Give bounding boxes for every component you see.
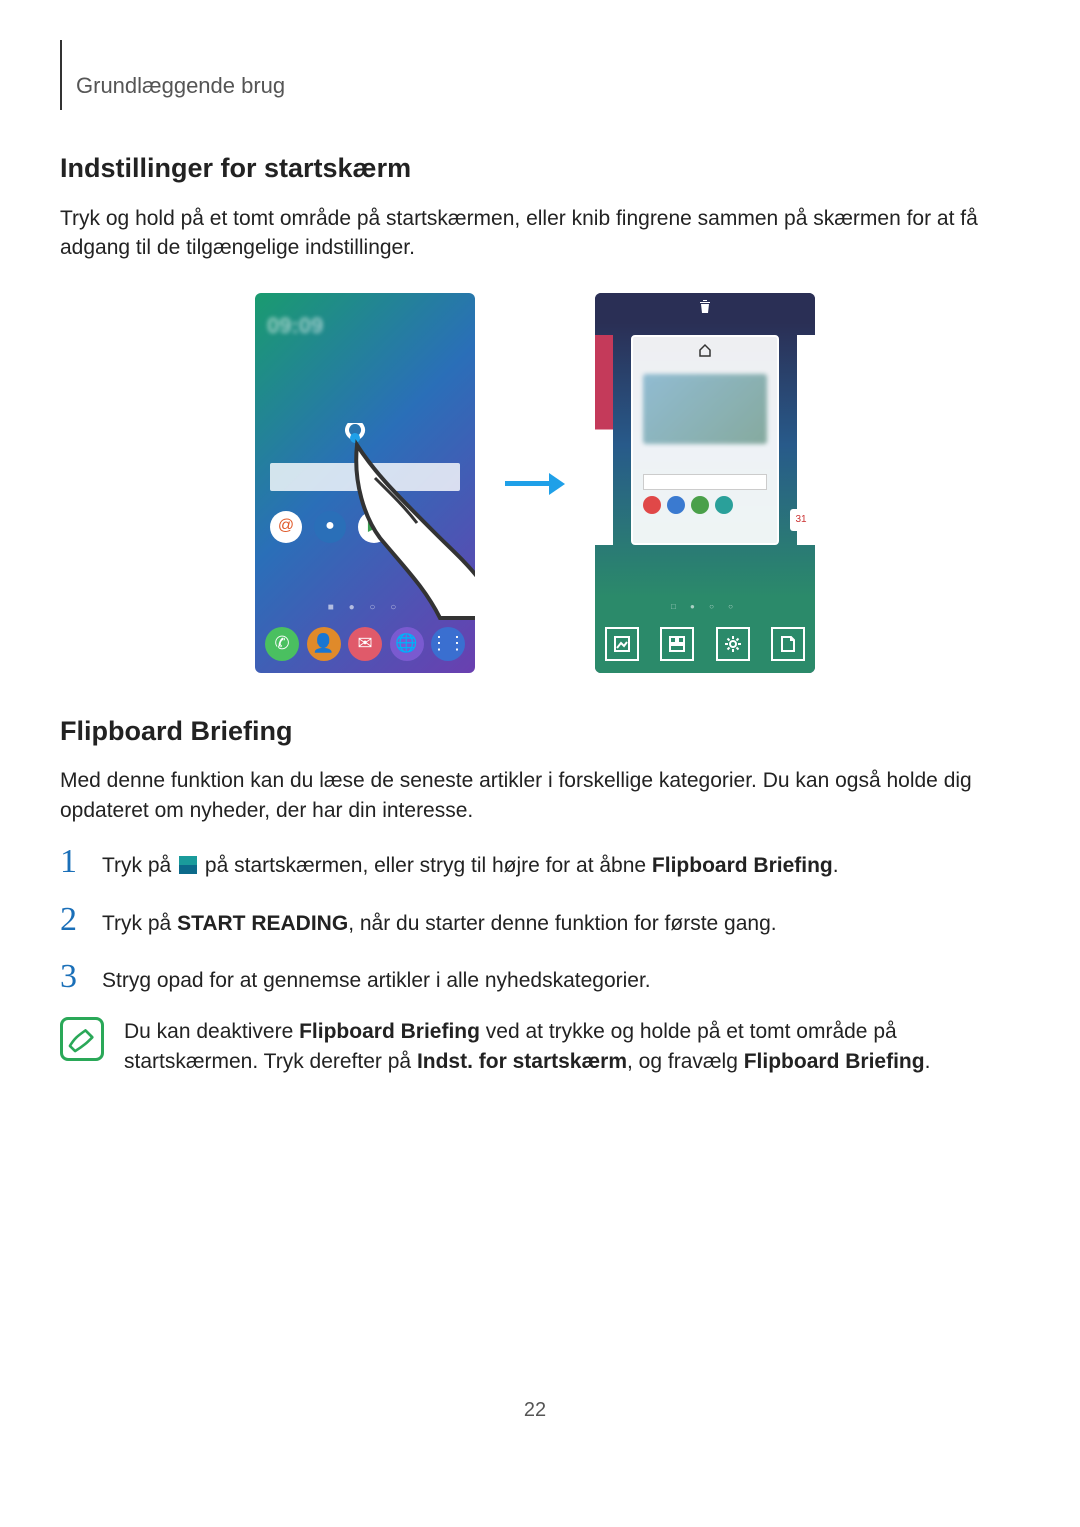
heading-flipboard: Flipboard Briefing <box>60 713 1010 751</box>
step-number: 2 <box>60 903 84 937</box>
phone-screenshot-right: 31 □ ● ○ ○ <box>595 293 815 673</box>
trash-icon <box>595 299 815 322</box>
page-indicator: □ ● ○ ○ <box>595 601 815 612</box>
page-header-rule: Grundlæggende brug <box>60 40 1010 110</box>
step-text: Tryk på START READING, når du starter de… <box>102 903 777 938</box>
contacts-icon: 👤 <box>307 627 341 661</box>
browser-icon: 🌐 <box>390 627 424 661</box>
flipboard-tile-icon <box>179 856 197 874</box>
step-3: 3 Stryg opad for at gennemse artikler i … <box>60 960 1010 995</box>
step-number: 1 <box>60 845 84 879</box>
apps-icon: ⋮⋮ <box>431 627 465 661</box>
body-home-settings: Tryk og hold på et tomt område på starts… <box>60 204 1010 263</box>
widgets-icon <box>660 627 694 661</box>
home-icon <box>633 337 777 369</box>
note-icon <box>60 1017 104 1061</box>
arrow-right-icon <box>505 476 565 490</box>
note-text: Du kan deaktivere Flipboard Briefing ved… <box>124 1017 1010 1076</box>
heading-home-settings: Indstillinger for startskærm <box>60 150 1010 188</box>
body-flipboard: Med denne funktion kan du læse de senest… <box>60 766 1010 825</box>
breadcrumb: Grundlæggende brug <box>76 71 285 102</box>
page-edit-icon <box>771 627 805 661</box>
step-text: Stryg opad for at gennemse artikler i al… <box>102 960 651 995</box>
step-number: 3 <box>60 960 84 994</box>
phone-screenshot-left: 09:09 @ ● ▶ ■ ● ○ ○ ✆ 👤 ✉ 🌐 ⋮⋮ <box>255 293 475 673</box>
steps-list: 1 Tryk på på startskærmen, eller stryg t… <box>60 845 1010 995</box>
clock-label: 09:09 <box>267 311 323 342</box>
step-2: 2 Tryk på START READING, når du starter … <box>60 903 1010 938</box>
phone-icon: ✆ <box>265 627 299 661</box>
mail-icon: ✉ <box>348 627 382 661</box>
edit-toolbar <box>605 627 805 661</box>
step-text: Tryk på på startskærmen, eller stryg til… <box>102 845 839 880</box>
globe-icon: ● <box>314 511 346 543</box>
dock: ✆ 👤 ✉ 🌐 ⋮⋮ <box>265 627 465 661</box>
wallpaper-icon <box>605 627 639 661</box>
note-box: Du kan deaktivere Flipboard Briefing ved… <box>60 1017 1010 1076</box>
illustration-row: 09:09 @ ● ▶ ■ ● ○ ○ ✆ 👤 ✉ 🌐 ⋮⋮ <box>60 293 1010 673</box>
settings-icon <box>716 627 750 661</box>
page-number: 22 <box>60 1396 1010 1424</box>
step-1: 1 Tryk på på startskærmen, eller stryg t… <box>60 845 1010 880</box>
calendar-icon: 31 <box>790 509 812 531</box>
hand-gesture-icon <box>345 423 475 623</box>
at-icon: @ <box>270 511 302 543</box>
home-panel-preview <box>631 335 779 545</box>
